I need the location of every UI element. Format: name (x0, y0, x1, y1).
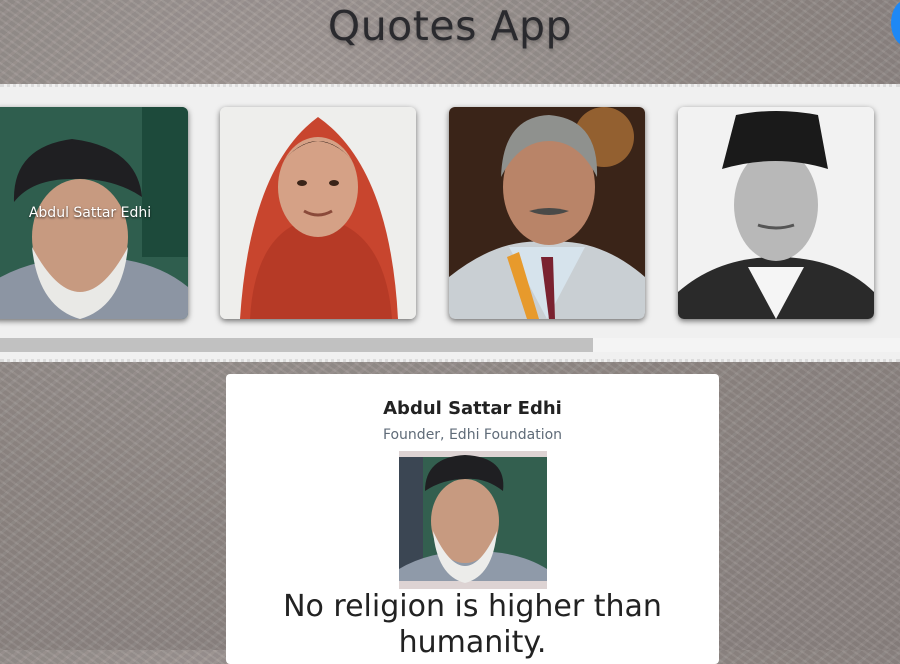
malala-portrait-image (220, 107, 416, 319)
person-card-aq-khan[interactable] (449, 107, 645, 319)
jinnah-portrait-image (678, 107, 874, 319)
aq-khan-portrait-image (449, 107, 645, 319)
person-carousel[interactable]: Abdul Sattar Edhi (0, 84, 900, 362)
quote-author-role: Founder, Edhi Foundation (382, 427, 563, 443)
person-card-edhi[interactable]: Abdul Sattar Edhi (0, 107, 188, 319)
carousel-scrollbar[interactable] (0, 338, 900, 352)
edhi-photo-image (398, 451, 547, 589)
card-caption: Abdul Sattar Edhi (28, 205, 152, 221)
quote-card: Abdul Sattar Edhi Founder, Edhi Foundati… (226, 374, 719, 664)
person-card-malala[interactable] (220, 107, 416, 319)
quote-author-photo (398, 451, 547, 589)
person-card-jinnah[interactable] (678, 107, 874, 319)
app-title: Quotes App (327, 2, 573, 50)
quote-text: No religion is higher than humanity. (283, 589, 662, 660)
scrollbar-thumb[interactable] (0, 338, 593, 352)
quote-author-name: Abdul Sattar Edhi (383, 398, 562, 419)
